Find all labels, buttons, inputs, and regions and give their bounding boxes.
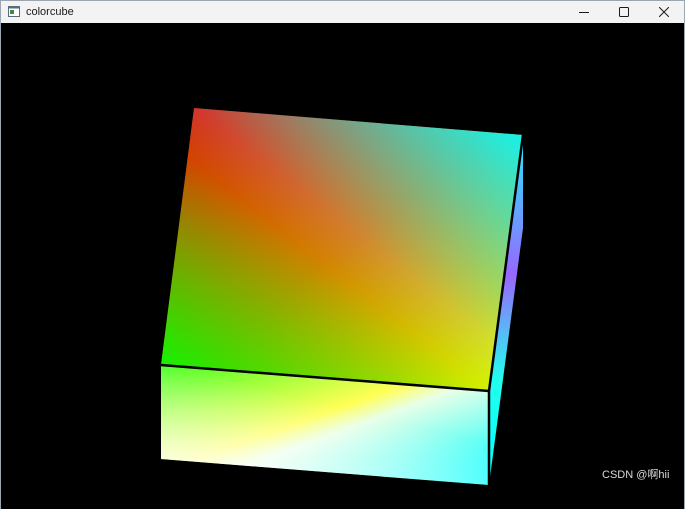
window-title: colorcube (26, 6, 74, 18)
close-icon (659, 7, 669, 17)
close-button[interactable] (642, 1, 685, 23)
watermark-text: CSDN @啊hii (602, 469, 670, 481)
app-window: colorcube CSDN @啊hii (0, 0, 685, 509)
maximize-icon (619, 7, 629, 17)
render-canvas[interactable] (1, 23, 684, 509)
cube-top-face (161, 108, 523, 391)
title-bar[interactable]: colorcube (1, 1, 684, 23)
maximize-button[interactable] (602, 1, 646, 23)
minimize-button[interactable] (562, 1, 606, 23)
color-cube-graphic (160, 108, 525, 485)
window-app-icon (8, 6, 20, 17)
minimize-icon (579, 12, 589, 13)
